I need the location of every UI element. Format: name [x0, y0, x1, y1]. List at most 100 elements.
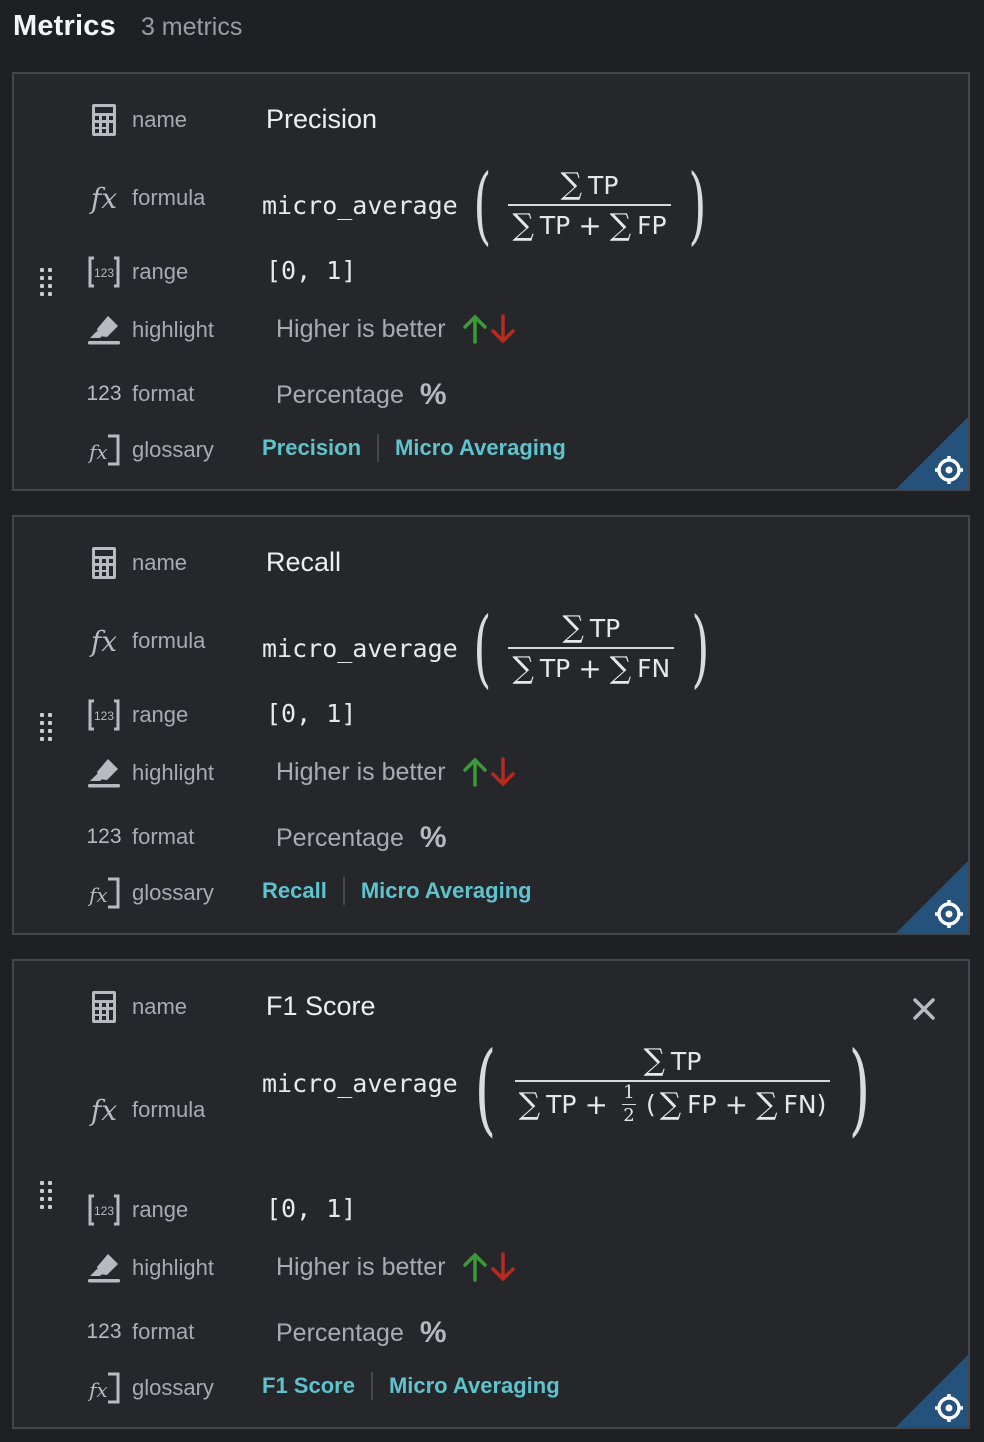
calculator-icon: [86, 545, 122, 581]
range-row: 123 range: [86, 252, 257, 292]
range-value[interactable]: [0, 1]: [266, 1194, 356, 1223]
drag-handle-icon[interactable]: [40, 713, 54, 743]
highlight-label: highlight: [132, 317, 214, 342]
format-row: 123 format: [86, 1312, 257, 1352]
glossary-link[interactable]: Precision: [262, 435, 361, 461]
sigma: ∑: [756, 1086, 778, 1122]
format-label: format: [132, 824, 195, 849]
fp-term: FP: [687, 1089, 717, 1119]
highlight-value[interactable]: Higher is better: [276, 1252, 516, 1282]
close-icon[interactable]: [912, 997, 936, 1021]
highlight-text: Higher is better: [276, 314, 446, 343]
range-label: range: [132, 1197, 189, 1222]
glossary-row: fx glossary: [86, 430, 257, 470]
fn-term: FN: [783, 1089, 817, 1119]
target-crosshair-icon[interactable]: [896, 1355, 968, 1427]
glossary-link[interactable]: Micro Averaging: [395, 435, 566, 461]
range-row: 123 range: [86, 1190, 257, 1230]
arrow-down-icon: [490, 1252, 515, 1282]
name-label: name: [132, 107, 188, 132]
formula-expression[interactable]: micro_average ( ∑ TP ∑ TP + ∑ FN ): [262, 599, 717, 697]
svg-text:123: 123: [94, 266, 114, 280]
glossary-link[interactable]: F1 Score: [262, 1373, 355, 1399]
range-value[interactable]: [0, 1]: [266, 699, 356, 728]
numbers-123-icon: 123: [86, 825, 122, 848]
tp-term: TP: [589, 614, 621, 644]
format-value[interactable]: Percentage %: [276, 821, 447, 855]
highlighter-icon: [86, 755, 122, 791]
sigma: ∑: [659, 1086, 682, 1122]
highlight-value[interactable]: Higher is better: [276, 314, 516, 344]
tp-term: TP: [588, 171, 619, 201]
highlight-value[interactable]: Higher is better: [276, 757, 516, 787]
one-half: 12: [621, 1083, 636, 1126]
glossary-links: Precision Micro Averaging: [262, 434, 566, 462]
fraction: ∑ TP ∑ TP + 12 (∑ FP + ∑ FN): [514, 1043, 831, 1126]
sigma: ∑: [643, 1043, 666, 1078]
page-title: Metrics: [13, 10, 116, 42]
highlight-row: highlight: [86, 1248, 257, 1288]
name-label: name: [132, 550, 188, 575]
fx-bracket-icon: fx: [86, 432, 122, 468]
formula-row: fx formula: [86, 178, 257, 218]
metric-name[interactable]: Recall: [266, 547, 341, 578]
function-fx-icon: fx: [90, 181, 118, 215]
range-label: range: [132, 702, 189, 727]
formula-expression[interactable]: micro_average ( ∑ TP ∑ TP + ∑ FP ): [262, 156, 713, 254]
plus: +: [578, 208, 602, 242]
formula-function: micro_average: [262, 1069, 458, 1098]
highlight-label: highlight: [132, 1255, 214, 1280]
metric-name[interactable]: F1 Score: [266, 991, 376, 1022]
formula-row: fx formula: [86, 621, 257, 661]
inner-right-paren: ): [816, 1089, 827, 1119]
drag-handle-icon[interactable]: [40, 268, 54, 298]
fn-term: FN: [637, 653, 671, 683]
glossary-links: F1 Score Micro Averaging: [262, 1372, 560, 1400]
sigma: ∑: [562, 610, 584, 646]
formula-label: formula: [132, 1097, 206, 1122]
range-row: 123 range: [86, 695, 257, 735]
plus: +: [724, 1087, 749, 1121]
svg-text:fx: fx: [88, 440, 108, 464]
function-fx-icon: fx: [90, 1093, 118, 1127]
left-paren: (: [474, 1030, 496, 1147]
metric-count: 3 metrics: [140, 13, 243, 41]
drag-handle-icon[interactable]: [40, 1181, 54, 1211]
format-value[interactable]: Percentage %: [276, 378, 447, 412]
svg-text:123: 123: [94, 709, 114, 723]
formula-function: micro_average: [262, 190, 458, 220]
metric-name[interactable]: Precision: [266, 104, 377, 135]
formula-label: formula: [132, 185, 206, 210]
inner-left-paren: (: [645, 1089, 656, 1119]
sigma: ∑: [512, 650, 534, 686]
formula-expression[interactable]: micro_average ( ∑ TP ∑ TP + 12 (∑ FP + ∑ FN) ): [262, 1039, 879, 1139]
sigma: ∑: [609, 650, 632, 686]
format-row: 123 format: [86, 817, 257, 857]
target-crosshair-icon[interactable]: [896, 417, 968, 489]
glossary-link[interactable]: Recall: [262, 878, 327, 904]
range-label: range: [132, 259, 189, 284]
arrow-up-icon: [462, 757, 487, 787]
highlight-row: highlight: [86, 753, 257, 793]
glossary-link[interactable]: Micro Averaging: [361, 878, 532, 904]
format-text: Percentage: [276, 823, 404, 852]
name-row: name: [86, 987, 257, 1027]
percent-icon: %: [419, 378, 447, 411]
numbers-123-icon: 123: [86, 1320, 122, 1343]
sigma: ∑: [609, 207, 632, 243]
format-value[interactable]: Percentage %: [276, 1316, 447, 1350]
metric-card: name F1 Score fx formula micro_average (…: [12, 959, 970, 1429]
brackets-123-icon: 123: [86, 1192, 122, 1228]
target-crosshair-icon[interactable]: [896, 861, 968, 933]
range-value[interactable]: [0, 1]: [266, 256, 356, 285]
glossary-row: fx glossary: [86, 1368, 257, 1408]
calculator-icon: [86, 989, 122, 1025]
highlighter-icon: [86, 1250, 122, 1286]
tp-term: TP: [539, 653, 571, 683]
fx-bracket-icon: fx: [86, 1370, 122, 1406]
glossary-link[interactable]: Micro Averaging: [389, 1373, 560, 1399]
calculator-icon: [86, 102, 122, 138]
right-paren: ): [687, 156, 706, 254]
percent-icon: %: [419, 821, 447, 854]
left-paren: (: [473, 599, 492, 697]
